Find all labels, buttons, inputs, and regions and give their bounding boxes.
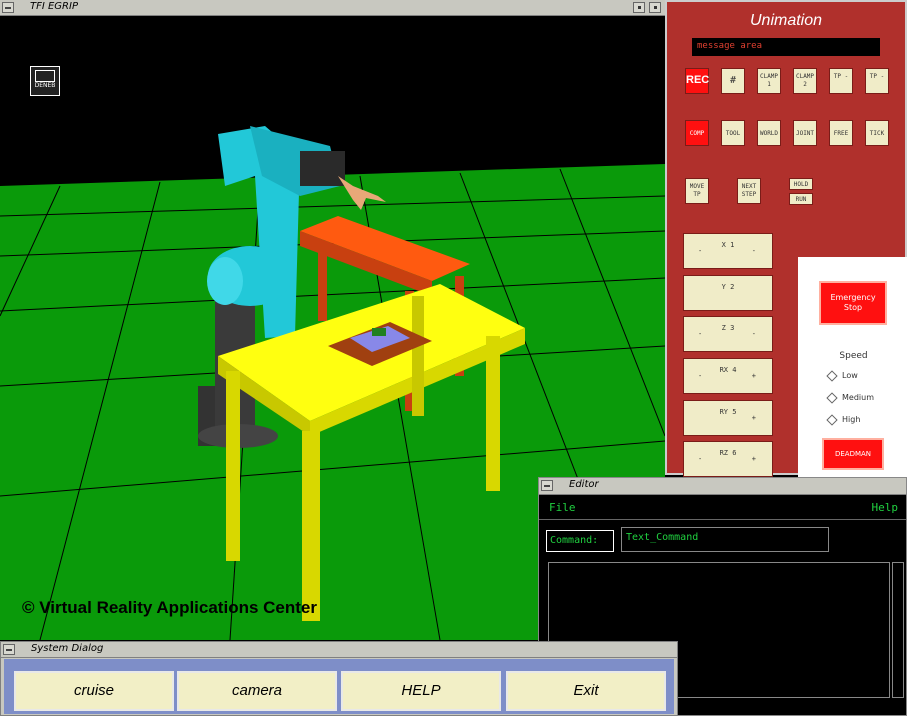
next-step-button[interactable]: NEXT STEP	[737, 178, 761, 204]
editor-scrollbar[interactable]	[892, 562, 904, 698]
axis-rz-control[interactable]: - RZ 6 +	[683, 441, 773, 477]
hold-button[interactable]: HOLD	[789, 178, 813, 190]
camera-button[interactable]: camera	[177, 671, 337, 711]
menu-help[interactable]: Help	[872, 501, 899, 514]
cruise-button[interactable]: cruise	[14, 671, 174, 711]
axis-plus[interactable]: -	[752, 247, 756, 255]
speed-title: Speed	[839, 351, 868, 361]
hash-button[interactable]: #	[721, 68, 745, 94]
copyright-text: © Virtual Reality Applications Center	[22, 598, 317, 617]
speed-low-label: Low	[842, 371, 858, 380]
tp-button-b[interactable]: TP -	[865, 68, 889, 94]
window-menu-icon[interactable]	[541, 480, 553, 491]
clamp1-button[interactable]: CLAMP 1	[757, 68, 781, 94]
axis-x-control[interactable]: -X 1-	[683, 233, 773, 269]
deneb-logo-icon[interactable]: DENEB	[30, 66, 60, 96]
system-dialog-title: System Dialog	[31, 643, 104, 654]
viewport-title: TFI EGRIP	[30, 1, 78, 12]
axis-y-control[interactable]: Y 2	[683, 275, 773, 311]
joint-button[interactable]: JOINT	[793, 120, 817, 146]
editor-menubar: File Help	[539, 495, 906, 520]
axis-plus[interactable]: -	[752, 330, 756, 338]
rec-button[interactable]: REC	[685, 68, 709, 94]
maximize-icon[interactable]	[649, 2, 661, 13]
axis-label: Z 3	[721, 324, 735, 332]
window-menu-icon[interactable]	[3, 644, 15, 655]
deneb-label: DENEB	[34, 82, 56, 89]
unimation-pendant: Unimation message area REC # CLAMP 1 CLA…	[665, 0, 907, 477]
system-dialog-titlebar[interactable]: System Dialog	[1, 642, 677, 658]
editor-titlebar[interactable]: Editor	[539, 478, 906, 495]
axis-plus[interactable]: +	[752, 372, 756, 380]
speed-medium-radio[interactable]: Medium	[826, 391, 874, 404]
axis-label: RX 4	[719, 366, 737, 374]
viewport-titlebar[interactable]: TFI EGRIP	[0, 0, 665, 16]
safety-panel: Emergency Stop Speed Low Medium High DEA…	[798, 257, 907, 477]
radio-diamond-icon[interactable]	[826, 369, 838, 382]
axis-label: RZ 6	[719, 449, 737, 457]
help-button[interactable]: HELP	[341, 671, 501, 711]
system-dialog-body: cruise camera HELP Exit	[4, 659, 674, 714]
world-button[interactable]: WORLD	[757, 120, 781, 146]
system-dialog-window: System Dialog cruise camera HELP Exit	[0, 641, 678, 716]
window-menu-icon[interactable]	[2, 2, 14, 13]
axis-plus[interactable]: +	[752, 414, 756, 422]
comp-button[interactable]: COMP	[685, 120, 709, 146]
axis-plus[interactable]: +	[752, 455, 756, 463]
speed-medium-label: Medium	[842, 393, 874, 402]
command-label: Command:	[546, 530, 614, 552]
clamp2-button[interactable]: CLAMP 2	[793, 68, 817, 94]
deneb-stairs-icon	[35, 70, 55, 82]
axis-label: Y 2	[721, 283, 735, 291]
radio-diamond-icon[interactable]	[826, 391, 838, 404]
emergency-stop-button[interactable]: Emergency Stop	[819, 281, 887, 325]
free-button[interactable]: FREE	[829, 120, 853, 146]
axis-rx-control[interactable]: - RX 4 +	[683, 358, 773, 394]
run-button[interactable]: RUN	[789, 193, 813, 205]
message-area: message area	[692, 38, 880, 56]
axis-z-control[interactable]: -Z 3-	[683, 316, 773, 352]
exit-button[interactable]: Exit	[506, 671, 666, 711]
command-input[interactable]: Text_Command	[621, 527, 829, 552]
speed-high-label: High	[842, 415, 861, 424]
speed-low-radio[interactable]: Low	[826, 369, 858, 382]
pendant-title: Unimation	[749, 12, 823, 29]
tick-button[interactable]: TICK	[865, 120, 889, 146]
tool-button[interactable]: TOOL	[721, 120, 745, 146]
speed-high-radio[interactable]: High	[826, 413, 861, 426]
menu-file[interactable]: File	[549, 501, 576, 514]
move-tp-button[interactable]: MOVE TP	[685, 178, 709, 204]
axis-ry-control[interactable]: RY 5 +	[683, 400, 773, 436]
radio-diamond-icon[interactable]	[826, 413, 838, 426]
axis-label: X 1	[721, 241, 735, 249]
minimize-icon[interactable]	[633, 2, 645, 13]
axis-label: RY 5	[719, 408, 737, 416]
tp-button-a[interactable]: TP -	[829, 68, 853, 94]
deadman-button[interactable]: DEADMAN	[822, 438, 884, 470]
editor-title: Editor	[569, 479, 599, 490]
